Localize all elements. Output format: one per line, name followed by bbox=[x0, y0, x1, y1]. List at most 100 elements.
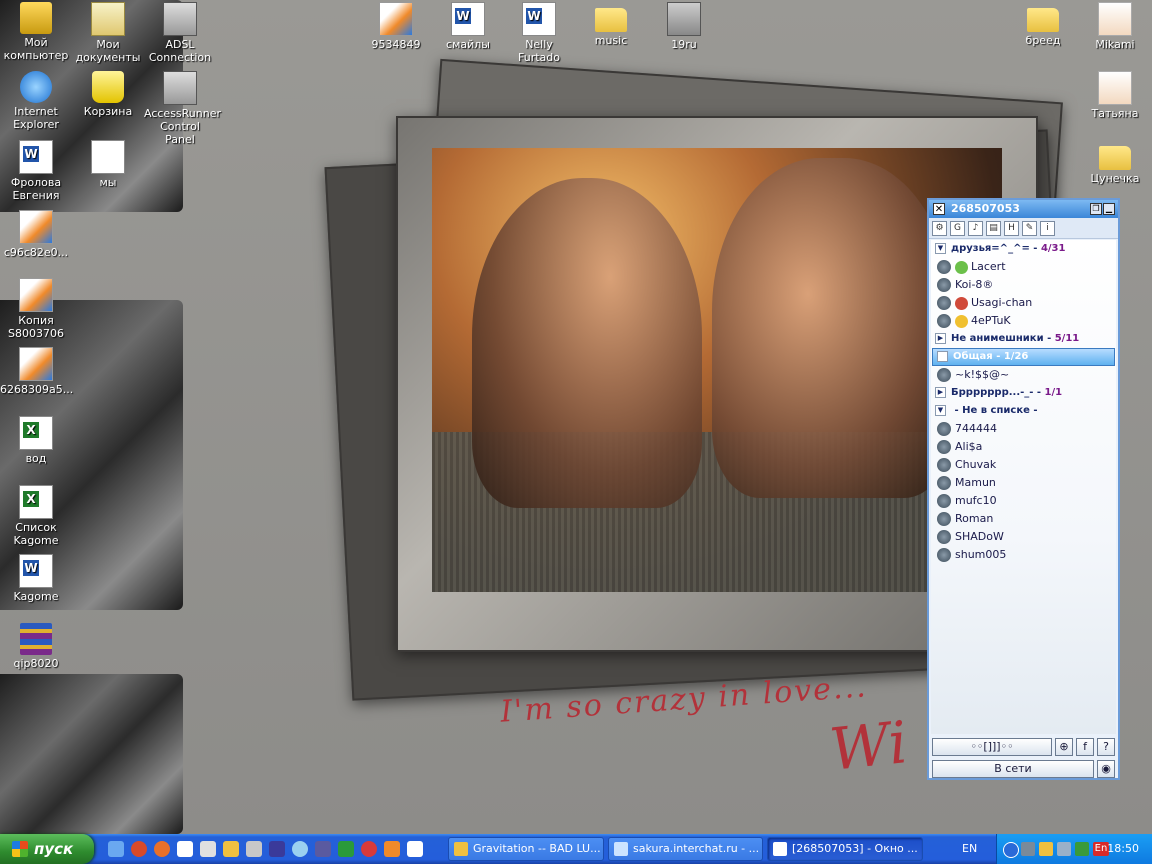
eye-icon[interactable]: ◉ bbox=[1097, 760, 1115, 778]
close-icon[interactable]: ✕ bbox=[933, 203, 945, 215]
desktop-icon-nelly-furtado[interactable]: Nelly Furtado bbox=[503, 2, 575, 64]
desktop-icon-6268309a5[interactable]: 6268309a5... bbox=[0, 347, 73, 396]
qip-bottom-toolbar: ◦◦[]]]◦◦ ⊕ f ? bbox=[932, 738, 1115, 756]
desktop-icon-spisok-kagome[interactable]: Список Kagome bbox=[0, 485, 72, 547]
notepad-icon[interactable] bbox=[407, 841, 423, 857]
status-button[interactable]: В сети bbox=[932, 760, 1094, 778]
desktop-icon-my[interactable]: мы bbox=[72, 140, 144, 189]
contact-group[interactable]: ▶ Не анимешники - 5/11 bbox=[931, 330, 1116, 348]
desktop-icon-tatyana[interactable]: Татьяна bbox=[1079, 71, 1151, 120]
desktop-icon-9534849[interactable]: 9534849 bbox=[360, 2, 432, 51]
desktop-icon-kopiya[interactable]: Копия S8003706 bbox=[0, 278, 72, 340]
collapse-icon[interactable]: ▼ bbox=[937, 350, 948, 362]
add-contact-icon[interactable]: ⊕ bbox=[1055, 738, 1073, 756]
qip-titlebar[interactable]: ✕ 268507053 ❐ ▁ bbox=[929, 200, 1118, 218]
help-icon[interactable]: ? bbox=[1097, 738, 1115, 756]
contact-item[interactable]: Chuvak bbox=[931, 456, 1116, 474]
word-icon[interactable] bbox=[177, 841, 193, 857]
contact-item[interactable]: ~k!$$@~ bbox=[931, 366, 1116, 384]
contact-item[interactable]: mufc10 bbox=[931, 492, 1116, 510]
qip-tray-icon[interactable] bbox=[1021, 842, 1035, 856]
contact-item[interactable]: Roman bbox=[931, 510, 1116, 528]
contact-group-selected[interactable]: ▼ Общая - 1/26 bbox=[932, 348, 1115, 366]
document-icon[interactable] bbox=[200, 841, 216, 857]
contact-item[interactable]: shum005 bbox=[931, 546, 1116, 564]
globe-icon[interactable]: G bbox=[950, 220, 965, 236]
globe-icon[interactable] bbox=[292, 841, 308, 857]
contact-item[interactable]: Koi-8® bbox=[931, 276, 1116, 294]
main-menu-button[interactable]: ◦◦[]]]◦◦ bbox=[932, 738, 1052, 756]
desktop-icon-recycle-bin[interactable]: Корзина bbox=[72, 71, 144, 118]
warning-icon[interactable] bbox=[223, 841, 239, 857]
desktop-icon-c96c82e0[interactable]: c96c82e0... bbox=[0, 210, 72, 259]
contact-item[interactable]: 744444 bbox=[931, 420, 1116, 438]
desktop-icon-smajly[interactable]: смайлы bbox=[432, 2, 504, 51]
png-file-icon bbox=[667, 2, 701, 36]
contact-group[interactable]: ▼ друзья=^_^= - 4/31 bbox=[931, 240, 1116, 258]
collapse-icon[interactable]: ▼ bbox=[935, 404, 946, 416]
show-desktop-icon[interactable] bbox=[108, 841, 124, 857]
save-icon[interactable] bbox=[269, 841, 285, 857]
expand-icon[interactable]: ▶ bbox=[935, 332, 946, 344]
contact-status-icon bbox=[937, 476, 951, 490]
collapse-icon[interactable]: ▼ bbox=[935, 242, 946, 254]
start-button[interactable]: пуск bbox=[0, 834, 94, 864]
facebook-icon[interactable]: f bbox=[1076, 738, 1094, 756]
restore-icon[interactable]: ❐ bbox=[1090, 203, 1102, 215]
warning-icon[interactable] bbox=[1039, 842, 1053, 856]
network-icon[interactable] bbox=[1057, 842, 1071, 856]
desktop-icon-tsunechka[interactable]: Цунечка bbox=[1079, 140, 1151, 185]
info-icon[interactable]: i bbox=[1040, 220, 1055, 236]
contact-item[interactable]: 4ePTuK bbox=[931, 312, 1116, 330]
tools-icon[interactable]: ✎ bbox=[1022, 220, 1037, 236]
contact-item[interactable]: SHADoW bbox=[931, 528, 1116, 546]
taskbar-button-sakura[interactable]: sakura.interchat.ru - ... bbox=[608, 837, 763, 861]
contact-item[interactable]: Usagi-chan bbox=[931, 294, 1116, 312]
desktop-icon-kagome[interactable]: Kagome bbox=[0, 554, 72, 603]
contact-item[interactable]: Lacert bbox=[931, 258, 1116, 276]
desktop-icon-breed[interactable]: бреед bbox=[1007, 2, 1079, 47]
desktop-icon-vod[interactable]: вод bbox=[0, 416, 72, 465]
client-icon bbox=[955, 314, 968, 328]
game-icon[interactable] bbox=[338, 841, 354, 857]
contact-status-icon bbox=[937, 260, 951, 274]
desktop-icon-music[interactable]: music bbox=[575, 2, 647, 47]
contact-item[interactable]: Mamun bbox=[931, 474, 1116, 492]
desktop-icon-frolova[interactable]: Фролова Евгения bbox=[0, 140, 72, 202]
save-icon[interactable]: H bbox=[1004, 220, 1019, 236]
contact-item[interactable]: Ali$a bbox=[931, 438, 1116, 456]
antivirus-icon[interactable] bbox=[1075, 842, 1089, 856]
sound-icon[interactable]: ♪ bbox=[968, 220, 983, 236]
desktop-icon-my-computer[interactable]: Мой компьютер bbox=[0, 2, 72, 62]
clock[interactable]: 18:50 bbox=[1107, 834, 1139, 864]
chevron-left-icon[interactable] bbox=[1003, 842, 1019, 858]
taskbar-button-gravitation[interactable]: Gravitation -- BAD LU... bbox=[448, 837, 604, 861]
desktop-icon-my-documents[interactable]: Мои документы bbox=[72, 2, 144, 64]
desktop-icon-19ru[interactable]: 19ru bbox=[648, 2, 720, 51]
history-icon[interactable]: ▤ bbox=[986, 220, 1001, 236]
browser-icon[interactable] bbox=[154, 841, 170, 857]
contact-status-icon bbox=[937, 278, 951, 292]
client-icon bbox=[955, 296, 968, 310]
opera-icon[interactable] bbox=[131, 841, 147, 857]
desktop-icon-adsl-connection[interactable]: ADSL Connection bbox=[144, 2, 216, 64]
taskbar: пуск Gravitation -- BAD LU... sakura.int… bbox=[0, 834, 1152, 864]
image-file-icon bbox=[19, 278, 53, 312]
minimize-icon[interactable]: ▁ bbox=[1103, 203, 1115, 215]
contact-group[interactable]: ▼ - Не в списке - bbox=[931, 402, 1116, 420]
gear-icon[interactable]: ⚙ bbox=[932, 220, 947, 236]
expand-icon[interactable]: ▶ bbox=[935, 386, 946, 398]
warning-icon bbox=[454, 842, 468, 856]
desktop-icon-internet-explorer[interactable]: Internet Explorer bbox=[0, 71, 72, 131]
desktop-icon-mikami[interactable]: Mikami bbox=[1079, 2, 1151, 51]
desktop-icon-qip8020[interactable]: qip8020 bbox=[0, 623, 72, 670]
bug-icon[interactable] bbox=[315, 841, 331, 857]
desktop-icon-accessrunner[interactable]: AccessRunner Control Panel bbox=[144, 71, 221, 146]
taskbar-button-qip[interactable]: [268507053] - Окно ... bbox=[767, 837, 923, 861]
tool-icon[interactable] bbox=[246, 841, 262, 857]
winrar-archive-icon bbox=[20, 623, 52, 655]
flower-icon[interactable] bbox=[384, 841, 400, 857]
language-indicator[interactable]: EN bbox=[962, 834, 977, 864]
contact-group[interactable]: ▶ Бррррррр...-_- - 1/1 bbox=[931, 384, 1116, 402]
media-icon[interactable] bbox=[361, 841, 377, 857]
